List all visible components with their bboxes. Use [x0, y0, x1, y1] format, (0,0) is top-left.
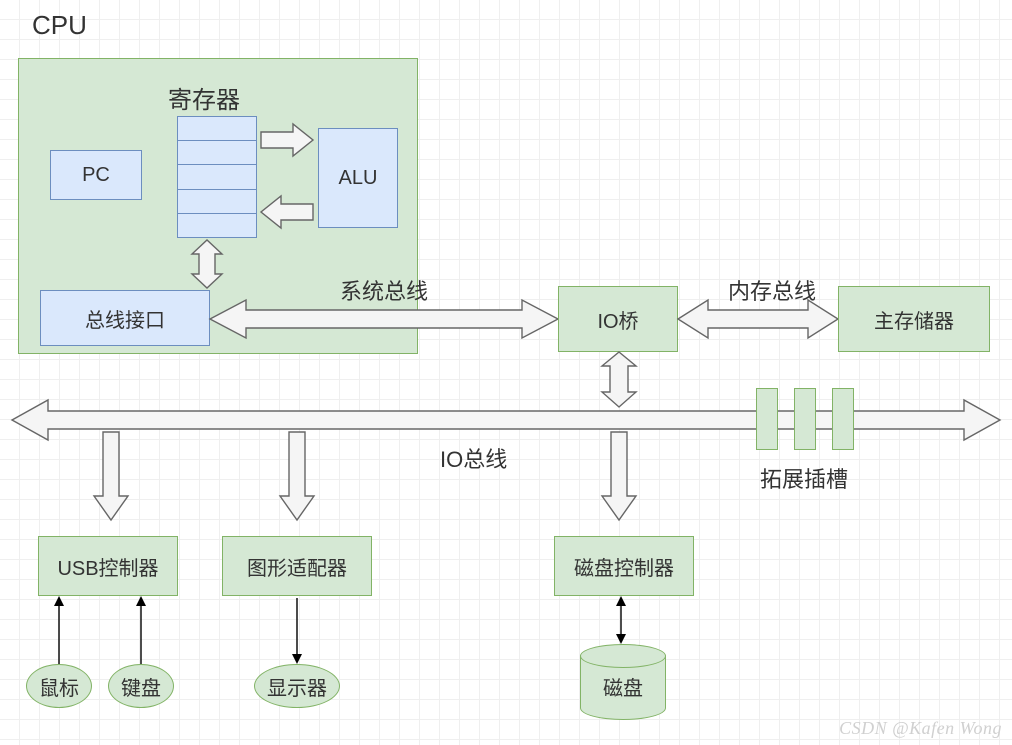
- io-bridge-label: IO桥: [597, 305, 638, 334]
- arrow-mouse-to-usb: [52, 596, 66, 666]
- register-file: [177, 116, 257, 238]
- arrow-gfx-to-display: [290, 596, 304, 666]
- alu-label: ALU: [339, 167, 378, 190]
- watermark: CSDN @Kafen Wong: [839, 718, 1002, 739]
- usb-controller-label: USB控制器: [57, 552, 158, 581]
- alu-box: ALU: [318, 128, 398, 228]
- expansion-slots-label: 拓展插槽: [760, 462, 848, 494]
- usb-controller-box: USB控制器: [38, 536, 178, 596]
- keyboard-label: 键盘: [121, 672, 161, 701]
- graphics-adapter-label: 图形适配器: [247, 552, 347, 581]
- arrow-diskctrl-disk: [614, 596, 628, 646]
- memory-bus-label: 内存总线: [728, 274, 816, 306]
- pc-box: PC: [50, 150, 142, 200]
- arrow-iobridge-to-iobus: [602, 352, 636, 407]
- graphics-adapter-box: 图形适配器: [222, 536, 372, 596]
- bus-interface-box: 总线接口: [40, 290, 210, 346]
- arrow-iobus-to-gfx: [280, 432, 314, 522]
- arrow-iobus-to-usb: [94, 432, 128, 522]
- arrow-keyboard-to-usb: [134, 596, 148, 666]
- cpu-title: CPU: [32, 10, 87, 41]
- io-bridge-box: IO桥: [558, 286, 678, 352]
- display-label: 显示器: [267, 672, 327, 701]
- mouse-label: 鼠标: [39, 672, 79, 701]
- bus-interface-label: 总线接口: [85, 304, 165, 333]
- main-memory-label: 主存储器: [874, 305, 954, 334]
- registers-label: 寄存器: [168, 80, 240, 115]
- expansion-slot-2: [794, 388, 816, 450]
- io-bus-label: IO总线: [440, 442, 507, 474]
- disk-controller-label: 磁盘控制器: [574, 552, 674, 581]
- system-bus-label: 系统总线: [340, 274, 428, 306]
- keyboard-ellipse: 键盘: [108, 664, 174, 708]
- display-ellipse: 显示器: [254, 664, 340, 708]
- expansion-slot-1: [756, 388, 778, 450]
- disk-label: 磁盘: [580, 672, 666, 701]
- disk-cylinder: 磁盘: [580, 644, 666, 720]
- mouse-ellipse: 鼠标: [26, 664, 92, 708]
- arrow-iobus-to-disk: [602, 432, 636, 522]
- expansion-slot-3: [832, 388, 854, 450]
- pc-label: PC: [82, 164, 110, 187]
- main-memory-box: 主存储器: [838, 286, 990, 352]
- disk-controller-box: 磁盘控制器: [554, 536, 694, 596]
